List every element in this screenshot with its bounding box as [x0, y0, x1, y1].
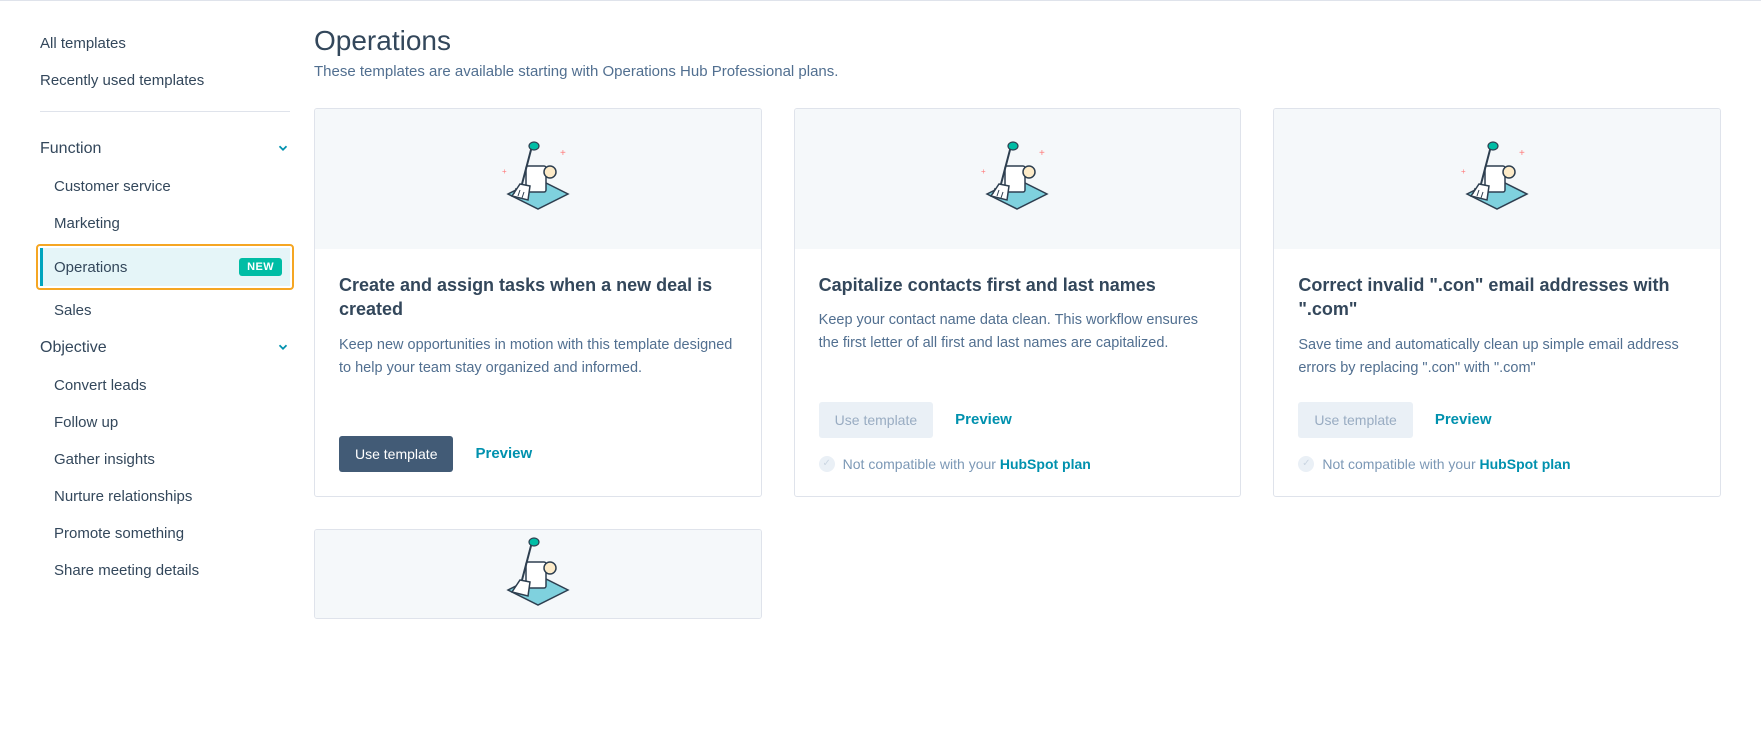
svg-text:+: + — [1039, 148, 1045, 159]
filter-item-sales[interactable]: Sales — [40, 292, 290, 329]
filter-item-marketing[interactable]: Marketing — [40, 205, 290, 242]
main-content: Operations These templates are available… — [314, 25, 1721, 619]
svg-text:+: + — [502, 167, 507, 176]
page-subtitle: These templates are available starting w… — [314, 63, 1721, 80]
broom-data-icon: ++ — [967, 134, 1067, 224]
compatibility-note: ✓ Not compatible with your HubSpot plan — [819, 456, 1217, 472]
filter-item-operations[interactable]: Operations NEW — [40, 248, 290, 286]
sidebar-all-templates[interactable]: All templates — [40, 25, 290, 62]
use-template-button-disabled: Use template — [1298, 402, 1412, 438]
use-template-button[interactable]: Use template — [339, 436, 453, 472]
preview-link[interactable]: Preview — [955, 411, 1012, 428]
svg-text:+: + — [981, 167, 986, 176]
sidebar: All templates Recently used templates Fu… — [40, 25, 290, 619]
filter-objective-label: Objective — [40, 339, 107, 357]
card-title: Capitalize contacts first and last names — [819, 273, 1217, 297]
card-illustration — [315, 530, 761, 619]
use-template-button-disabled: Use template — [819, 402, 933, 438]
new-badge: NEW — [239, 258, 282, 276]
filter-item-convert-leads[interactable]: Convert leads — [40, 367, 290, 404]
page-title: Operations — [314, 25, 1721, 57]
filter-item-operations-label: Operations — [54, 259, 127, 276]
filter-item-operations-highlight: Operations NEW — [36, 244, 294, 290]
card-title: Correct invalid ".con" email addresses w… — [1298, 273, 1696, 322]
filter-item-nurture-relationships[interactable]: Nurture relationships — [40, 478, 290, 515]
filter-function-label: Function — [40, 140, 101, 158]
broom-data-icon — [488, 530, 588, 619]
svg-text:+: + — [1461, 167, 1466, 176]
filter-item-promote-something[interactable]: Promote something — [40, 515, 290, 552]
template-card: ++ Capitalize contacts first and last na… — [794, 108, 1242, 497]
card-illustration: ++ — [795, 109, 1241, 249]
sidebar-recently-used[interactable]: Recently used templates — [40, 62, 290, 99]
compatibility-note: ✓ Not compatible with your HubSpot plan — [1298, 456, 1696, 472]
template-card: ++ Correct invalid ".con" email addresse… — [1273, 108, 1721, 497]
sidebar-divider — [40, 111, 290, 112]
check-circle-icon: ✓ — [1298, 456, 1314, 472]
chevron-down-icon — [276, 141, 290, 158]
card-description: Save time and automatically clean up sim… — [1298, 334, 1696, 380]
check-circle-icon: ✓ — [819, 456, 835, 472]
template-card-grid: ++ Create and assign tasks when a new de… — [314, 108, 1721, 619]
filter-function-header[interactable]: Function — [40, 130, 290, 168]
filter-item-customer-service[interactable]: Customer service — [40, 168, 290, 205]
card-title: Create and assign tasks when a new deal … — [339, 273, 737, 322]
chevron-down-icon — [276, 340, 290, 357]
filter-objective-header[interactable]: Objective — [40, 329, 290, 367]
preview-link[interactable]: Preview — [475, 445, 532, 462]
compat-text: Not compatible with your — [1322, 456, 1479, 472]
filter-item-share-meeting-details[interactable]: Share meeting details — [40, 552, 290, 589]
compat-text: Not compatible with your — [843, 456, 1000, 472]
card-description: Keep new opportunities in motion with th… — [339, 334, 737, 414]
hubspot-plan-link[interactable]: HubSpot plan — [1480, 456, 1571, 472]
template-card — [314, 529, 762, 619]
card-illustration: ++ — [1274, 109, 1720, 249]
svg-text:+: + — [1519, 148, 1525, 159]
hubspot-plan-link[interactable]: HubSpot plan — [1000, 456, 1091, 472]
svg-text:+: + — [560, 148, 566, 159]
template-card: ++ Create and assign tasks when a new de… — [314, 108, 762, 497]
preview-link[interactable]: Preview — [1435, 411, 1492, 428]
card-illustration: ++ — [315, 109, 761, 249]
broom-data-icon: ++ — [1447, 134, 1547, 224]
filter-item-gather-insights[interactable]: Gather insights — [40, 441, 290, 478]
filter-item-follow-up[interactable]: Follow up — [40, 404, 290, 441]
broom-data-icon: ++ — [488, 134, 588, 224]
card-description: Keep your contact name data clean. This … — [819, 309, 1217, 380]
